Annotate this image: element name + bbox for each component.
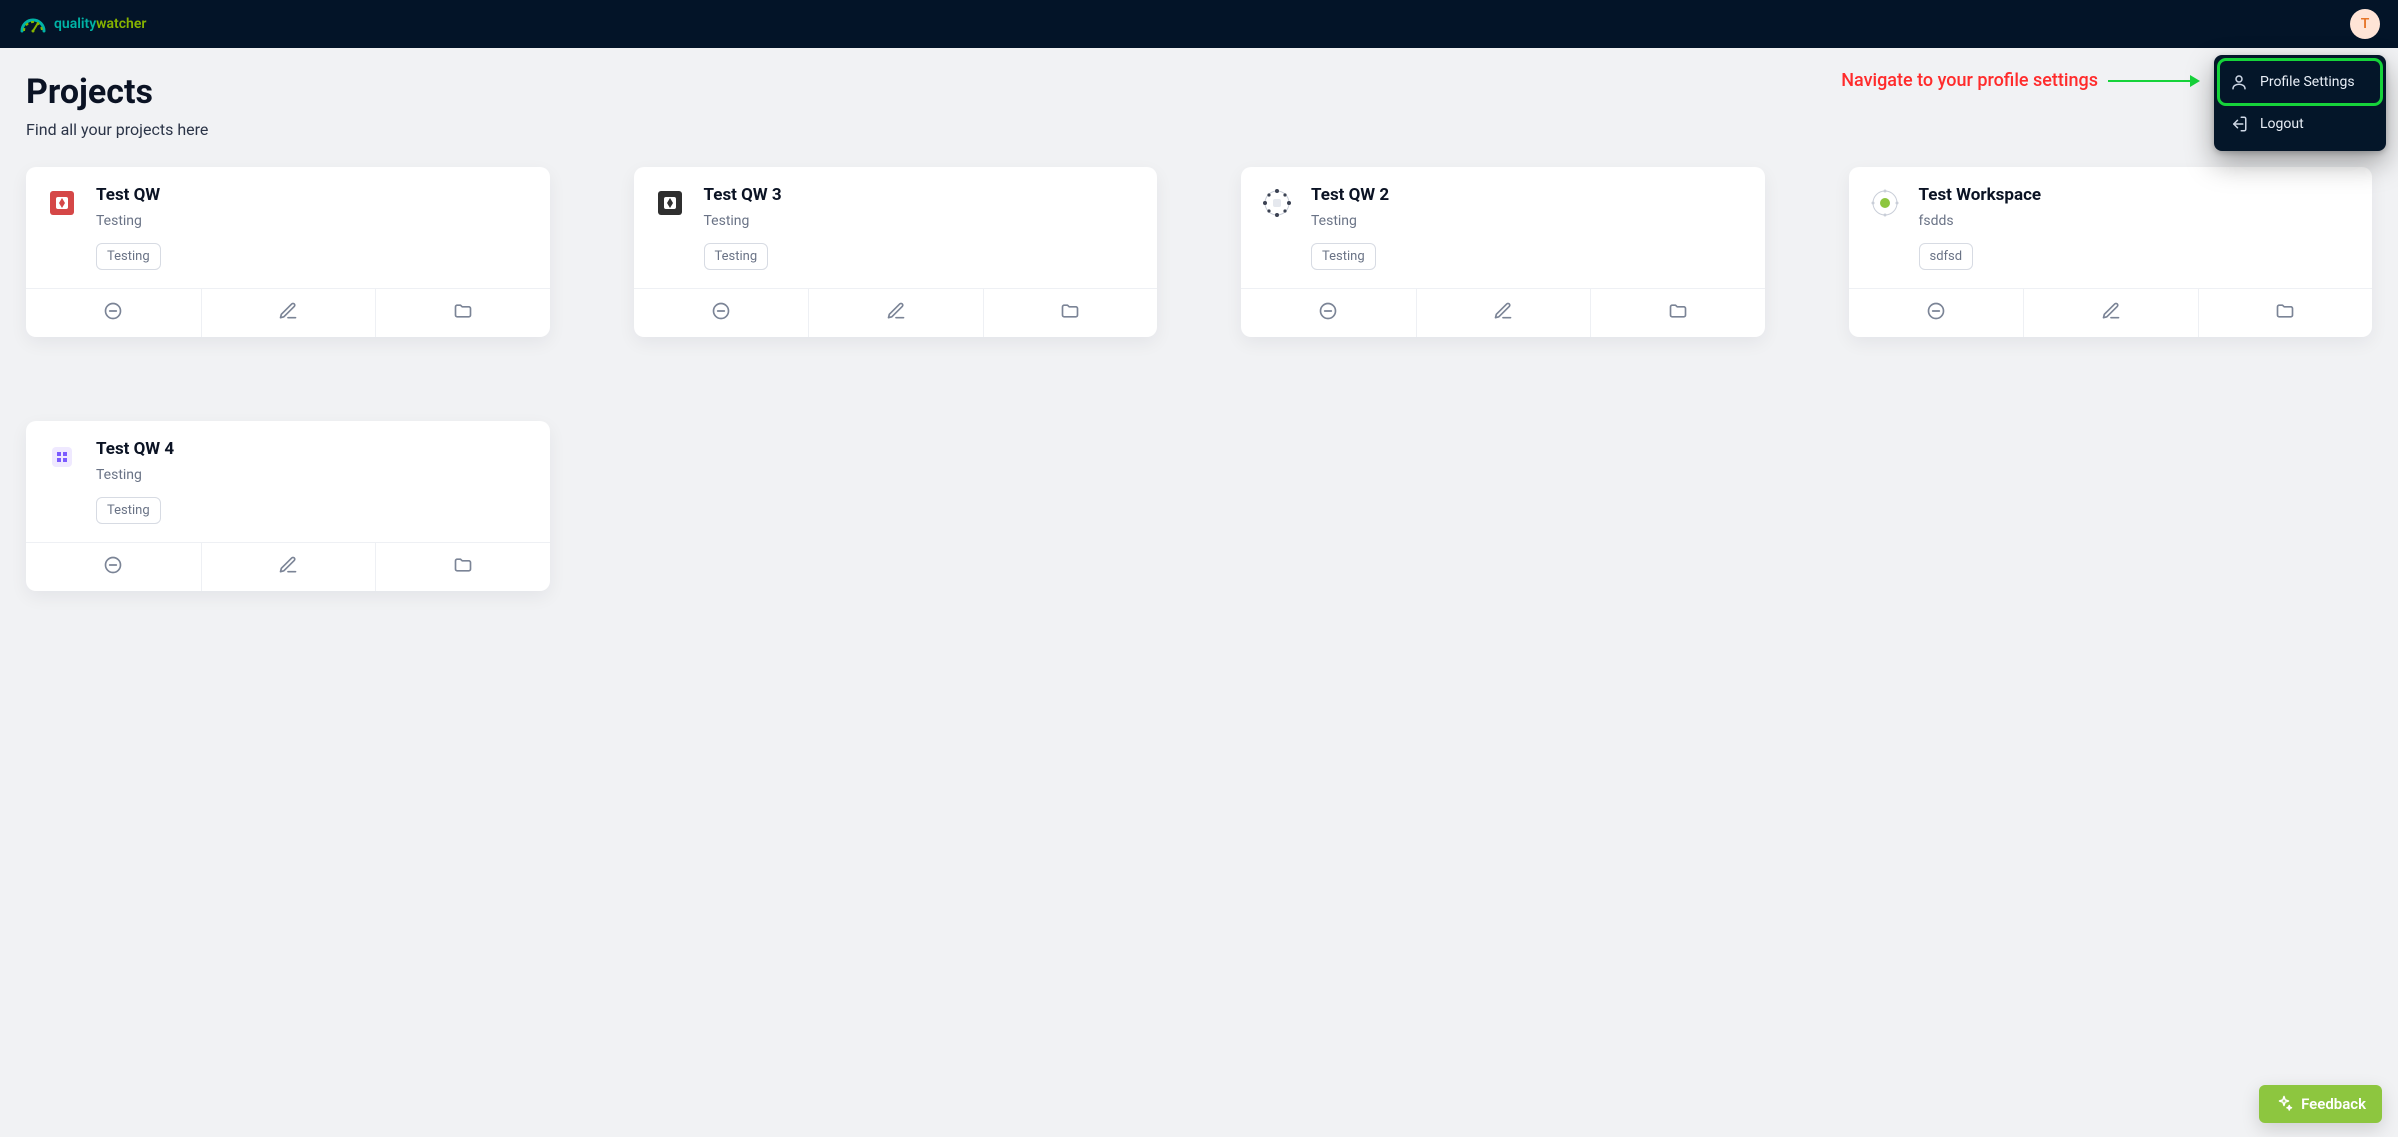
pencil-icon [886, 301, 906, 325]
pencil-icon [278, 555, 298, 579]
project-card-body: Test QW 2 Testing Testing [1241, 167, 1765, 284]
callout-text: Navigate to your profile settings [1841, 70, 2098, 91]
user-icon [2230, 73, 2248, 91]
projects-grid: Test QWTestingTesting Test QW 3TestingTe… [26, 167, 2372, 591]
feedback-button[interactable]: Feedback [2259, 1085, 2382, 1123]
project-title: Test Workspace [1919, 185, 2042, 205]
topbar: qualitywatcher T [0, 0, 2398, 48]
open-button[interactable] [375, 543, 550, 591]
project-icon [44, 439, 80, 475]
project-meta: Test Workspace fsdds sdfsd [1919, 185, 2042, 270]
brand-name-quality: quality [54, 16, 96, 32]
project-tag: Testing [96, 243, 161, 270]
folder-icon [1060, 301, 1080, 325]
project-title: Test QW 4 [96, 439, 174, 459]
feedback-label: Feedback [2301, 1095, 2366, 1113]
project-tag: sdfsd [1919, 243, 1974, 270]
brand-name-watcher: watcher [96, 16, 146, 32]
sparkle-icon [2275, 1095, 2293, 1113]
project-title: Test QW 2 [1311, 185, 1389, 205]
project-subtitle: Testing [1311, 213, 1389, 229]
project-tags: Testing [96, 243, 161, 270]
project-tag: Testing [704, 243, 769, 270]
callout-annotation: Navigate to your profile settings [1841, 70, 2198, 91]
project-meta: Test QW 4 Testing Testing [96, 439, 174, 524]
menu-profile-label: Profile Settings [2260, 74, 2355, 90]
archive-button[interactable] [634, 289, 809, 337]
edit-button[interactable] [1416, 289, 1591, 337]
project-subtitle: Testing [96, 467, 174, 483]
project-icon [1259, 185, 1295, 221]
pencil-icon [2101, 301, 2121, 325]
project-card[interactable]: Test Workspace fsdds sdfsd [1849, 167, 2373, 337]
project-tags: sdfsd [1919, 243, 2042, 270]
project-actions [26, 542, 550, 591]
arrow-right-icon [2108, 80, 2198, 82]
project-tags: Testing [1311, 243, 1389, 270]
project-tag: Testing [96, 497, 161, 524]
folder-icon [453, 555, 473, 579]
project-card[interactable]: Test QW 4 Testing Testing [26, 421, 550, 591]
folder-icon [2275, 301, 2295, 325]
open-button[interactable] [983, 289, 1158, 337]
project-icon [1867, 185, 1903, 221]
open-button[interactable] [375, 289, 550, 337]
avatar-initial: T [2361, 16, 2370, 32]
brand-name: qualitywatcher [54, 16, 146, 32]
project-actions [1241, 288, 1765, 337]
project-card[interactable]: Test QW 3 Testing Testing [634, 167, 1158, 337]
project-subtitle: Testing [704, 213, 782, 229]
menu-logout[interactable]: Logout [2220, 103, 2380, 145]
avatar[interactable]: T [2350, 9, 2380, 39]
project-card-body: Test QW 3 Testing Testing [634, 167, 1158, 284]
minus-circle-icon [1926, 301, 1946, 325]
folder-icon [1668, 301, 1688, 325]
open-button[interactable] [2198, 289, 2373, 337]
project-actions [26, 288, 550, 337]
user-menu: Profile Settings Logout [2214, 55, 2386, 151]
project-card[interactable]: Test QW 2 Testing Testing [1241, 167, 1765, 337]
project-title: Test QW [96, 185, 161, 205]
project-meta: Test QW 3 Testing Testing [704, 185, 782, 270]
pencil-icon [1493, 301, 1513, 325]
edit-button[interactable] [2023, 289, 2198, 337]
project-card-body: Test QW 4 Testing Testing [26, 421, 550, 538]
pencil-icon [278, 301, 298, 325]
edit-button[interactable] [808, 289, 983, 337]
archive-button[interactable] [1241, 289, 1416, 337]
brand[interactable]: qualitywatcher [18, 13, 146, 35]
project-icon [652, 185, 688, 221]
archive-button[interactable] [1849, 289, 2024, 337]
minus-circle-icon [711, 301, 731, 325]
minus-circle-icon [103, 301, 123, 325]
project-subtitle: fsdds [1919, 213, 2042, 229]
project-tags: Testing [96, 497, 174, 524]
page: Projects Find all your projects here Tes… [0, 48, 2398, 615]
archive-button[interactable] [26, 543, 201, 591]
project-card-body: Test QW Testing Testing [26, 167, 550, 284]
menu-profile-settings[interactable]: Profile Settings [2220, 61, 2380, 103]
archive-button[interactable] [26, 289, 201, 337]
project-tags: Testing [704, 243, 782, 270]
project-subtitle: Testing [96, 213, 161, 229]
project-meta: Test QW Testing Testing [96, 185, 161, 270]
project-actions [1849, 288, 2373, 337]
minus-circle-icon [103, 555, 123, 579]
folder-icon [453, 301, 473, 325]
project-actions [634, 288, 1158, 337]
project-title: Test QW 3 [704, 185, 782, 205]
project-meta: Test QW 2 Testing Testing [1311, 185, 1389, 270]
edit-button[interactable] [201, 289, 376, 337]
logout-icon [2230, 115, 2248, 133]
brand-logo-icon [18, 13, 48, 35]
project-icon [44, 185, 80, 221]
project-card[interactable]: Test QW Testing Testing [26, 167, 550, 337]
minus-circle-icon [1318, 301, 1338, 325]
project-tag: Testing [1311, 243, 1376, 270]
project-card-body: Test Workspace fsdds sdfsd [1849, 167, 2373, 284]
page-subtitle: Find all your projects here [26, 120, 2372, 139]
open-button[interactable] [1590, 289, 1765, 337]
edit-button[interactable] [201, 543, 376, 591]
menu-logout-label: Logout [2260, 116, 2304, 132]
